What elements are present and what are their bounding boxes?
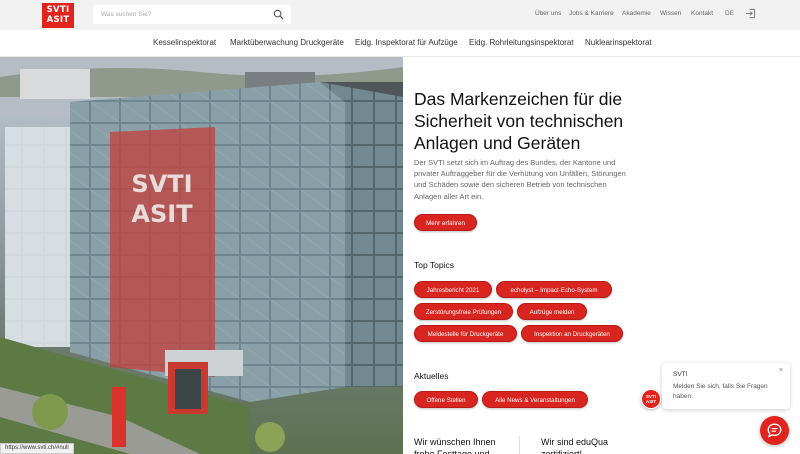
hero-image: SVTI ASIT xyxy=(0,57,403,454)
news-teaser-festtage[interactable]: Wir wünschen Ihnen frohe Festtage und xyxy=(414,436,514,454)
hero-intro: Der SVTI setzt sich im Auftrag des Bunde… xyxy=(414,158,626,201)
logo-line-1: SVTI xyxy=(46,5,70,15)
chat-title: SVTI xyxy=(673,371,688,378)
topic-echolyst[interactable]: echolyst – Impact-Echo-System xyxy=(496,281,612,298)
building-sign-line-1: SVTI xyxy=(131,170,192,198)
search-box xyxy=(93,5,291,24)
offene-stellen-button[interactable]: Offene Stellen xyxy=(414,391,478,408)
svti-logo[interactable]: SVTI ASIT xyxy=(42,3,74,28)
status-url: https://www.svti.ch/#null xyxy=(0,443,74,454)
top-topics-title: Top Topics xyxy=(414,260,455,270)
util-link-akademie[interactable]: Akademie xyxy=(622,10,651,17)
hero-title: Das Markenzeichen für die Sicherheit von… xyxy=(414,89,624,153)
alle-news-button[interactable]: Alle News & Veranstaltungen xyxy=(482,391,588,408)
news-divider xyxy=(519,436,520,454)
news-title: Aktuelles xyxy=(414,371,449,381)
util-link-wissen[interactable]: Wissen xyxy=(660,10,681,17)
chat-bubble-icon xyxy=(767,423,782,438)
search-icon[interactable] xyxy=(273,9,284,20)
top-bar: SVTI ASIT Über uns Jobs & Karriere Akade… xyxy=(0,0,800,30)
nav-marktueberwachung[interactable]: Marktüberwachung Druckgeräte xyxy=(230,38,344,47)
topic-meldestelle[interactable]: Meldestelle für Druckgeräte xyxy=(414,325,517,342)
building-illustration: SVTI ASIT xyxy=(0,57,403,454)
logo-line-2: ASIT xyxy=(46,15,70,25)
avatar-line-2: ASIT xyxy=(645,399,657,404)
news-teaser-eduqua[interactable]: Wir sind eduQua zertifiziert! xyxy=(541,436,641,454)
nav-aufzuege[interactable]: Eidg. Inspektorat für Aufzüge xyxy=(355,38,458,47)
close-icon[interactable]: × xyxy=(779,367,783,374)
nav-kesselinspektorat[interactable]: Kesselinspektorat xyxy=(153,38,216,47)
nav-nuklear[interactable]: Nuklearinspektorat xyxy=(585,38,652,47)
util-link-ueber-uns[interactable]: Über uns xyxy=(535,10,561,17)
chat-open-button[interactable] xyxy=(760,416,789,445)
util-link-kontakt[interactable]: Kontakt xyxy=(691,10,713,17)
language-switch[interactable]: DE xyxy=(725,10,734,17)
nav-rohrleitung[interactable]: Eidg. Rohrleitungsinspektorat xyxy=(469,38,574,47)
chat-avatar: SVTI ASIT xyxy=(641,389,661,409)
topic-zerstoerungsfreie-pruefungen[interactable]: Zerstörungsfreie Prüfungen xyxy=(414,303,513,320)
search-input[interactable] xyxy=(101,8,261,21)
topic-jahresbericht[interactable]: Jahresbericht 2021 xyxy=(414,281,492,298)
mehr-erfahren-button[interactable]: Mehr erfahren xyxy=(414,214,477,231)
login-icon[interactable] xyxy=(745,8,756,19)
topic-aufzuege-melden[interactable]: Aufzüge melden xyxy=(517,303,587,320)
main-nav: Kesselinspektorat Marktüberwachung Druck… xyxy=(0,30,800,57)
chat-popup[interactable]: SVTI Melden Sie sich, falls Sie Fragen h… xyxy=(662,363,790,409)
chat-message: Melden Sie sich, falls Sie Fragen haben. xyxy=(673,383,768,400)
topic-inspektion[interactable]: Inspektion an Druckgeräten xyxy=(521,325,623,342)
building-sign-line-2: ASIT xyxy=(131,200,193,228)
util-link-jobs[interactable]: Jobs & Karriere xyxy=(569,10,614,17)
